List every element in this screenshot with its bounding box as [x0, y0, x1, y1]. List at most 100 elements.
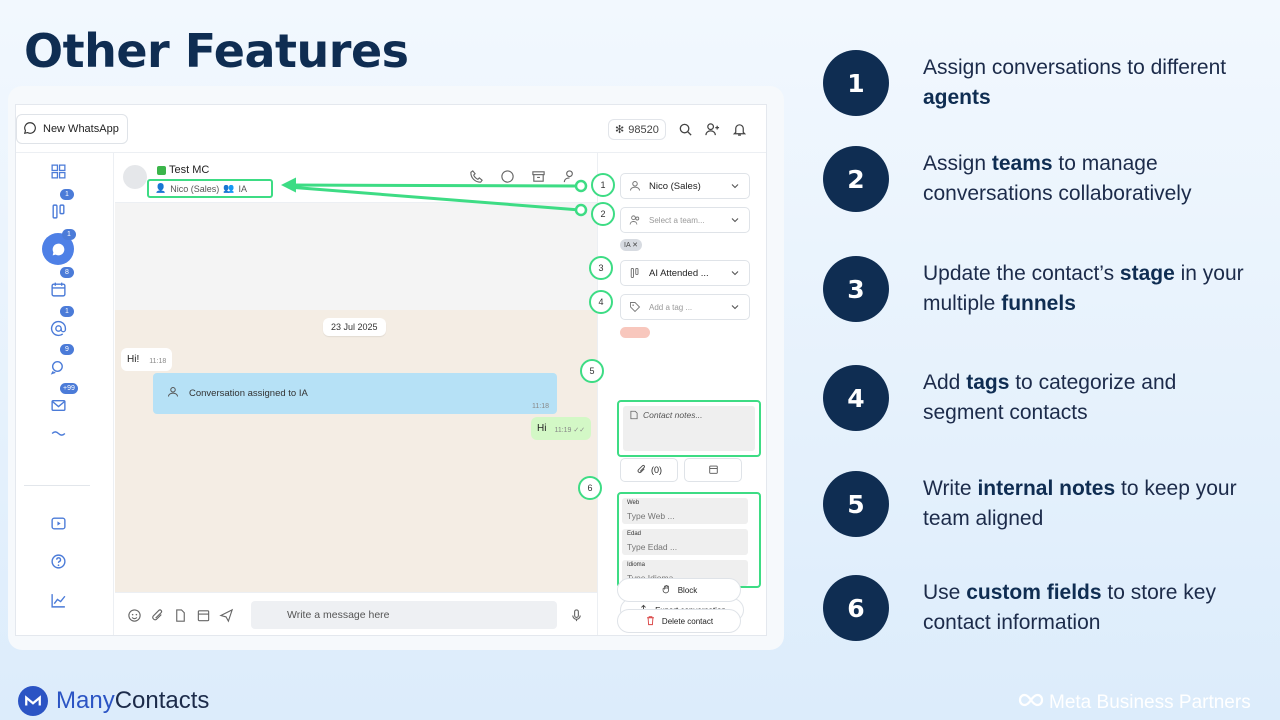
stage-select-value: AI Attended ... — [649, 267, 709, 279]
feature-text: Write internal notes to keep your team a… — [923, 477, 1237, 530]
contact-sidebar: Nico (Sales) Select a team... IA ✕ AI At… — [597, 153, 766, 635]
calendar-icon[interactable] — [196, 608, 211, 623]
feature-item: 5 Write internal notes to keep your team… — [823, 471, 1253, 537]
rail-badge: 8 — [60, 267, 74, 278]
search-icon[interactable] — [678, 122, 693, 137]
rail-item-more[interactable] — [46, 427, 70, 439]
feature-text: Update the contact’s stage in your multi… — [923, 262, 1244, 315]
send-icon[interactable] — [219, 608, 234, 623]
meta-infinity-icon — [1018, 692, 1044, 714]
delete-contact-button[interactable]: Delete contact — [617, 609, 741, 633]
new-whatsapp-label: New WhatsApp — [43, 123, 119, 135]
rail-item-chats[interactable]: 1 — [42, 229, 76, 265]
assigned-agent: Nico (Sales) — [170, 183, 220, 194]
attachments-button[interactable]: (0) — [620, 458, 678, 482]
rail-item-calendar[interactable]: 8 — [46, 267, 74, 301]
rail-item-help[interactable] — [46, 549, 70, 573]
status-circle-icon[interactable] — [500, 169, 515, 184]
chat-header: Test MC 👤 Nico (Sales) 👥 IA — [115, 153, 597, 203]
custom-field-edad[interactable]: Edad — [622, 529, 748, 555]
feature-item: 3 Update the contact’s stage in your mul… — [823, 256, 1253, 322]
add-user-icon[interactable] — [705, 122, 720, 137]
rail-badge: 1 — [62, 229, 76, 240]
message-input[interactable] — [251, 601, 557, 629]
help-icon — [50, 553, 66, 569]
team-chip[interactable]: IA ✕ — [620, 239, 643, 251]
message-time: 11:19 ✓✓ — [554, 427, 586, 434]
message-time: 11:18 — [149, 358, 167, 365]
tag-chip[interactable] — [620, 327, 650, 338]
message-text: Conversation assigned to IA — [189, 388, 308, 399]
at-sign-icon — [50, 320, 66, 336]
note-icon — [629, 410, 639, 447]
tag-select[interactable]: Add a tag ... — [620, 294, 750, 320]
team-select-placeholder: Select a team... — [649, 215, 705, 225]
notes-placeholder: Contact notes... — [643, 410, 703, 420]
agent-select-value: Nico (Sales) — [649, 180, 701, 192]
feature-text: Assign teams to manage conversations col… — [923, 152, 1192, 205]
rail-item-dashboard[interactable] — [46, 159, 70, 183]
outgoing-message: Hi 11:19 ✓✓ — [531, 417, 592, 440]
schedule-button[interactable] — [684, 458, 742, 482]
feature-number: 5 — [823, 471, 889, 537]
agent-select[interactable]: Nico (Sales) — [620, 173, 750, 199]
rail-badge: 9 — [60, 344, 74, 355]
rail-item-comments[interactable]: 9 — [46, 344, 74, 378]
feature-text: Assign conversations to different agents — [923, 56, 1227, 109]
paperclip-icon[interactable] — [150, 608, 165, 623]
callout-marker-2: 2 — [591, 202, 615, 226]
feature-text: Use custom fields to store key contact i… — [923, 581, 1216, 634]
person-icon — [629, 180, 641, 192]
document-icon[interactable] — [173, 608, 188, 623]
contact-name[interactable]: Test MC — [157, 164, 209, 176]
manycontacts-logo: ManyContacts — [18, 686, 209, 716]
microphone-icon[interactable] — [569, 608, 584, 623]
callout-marker-6: 6 — [578, 476, 602, 500]
tag-select-placeholder: Add a tag ... — [649, 302, 693, 312]
feature-number: 1 — [823, 50, 889, 116]
calendar-icon — [50, 282, 66, 297]
rail-item-email[interactable]: +99 — [46, 383, 78, 417]
contact-info-icon[interactable] — [562, 169, 577, 184]
feature-number: 6 — [823, 575, 889, 641]
field-label: Idioma — [627, 562, 646, 568]
assignment-info[interactable]: 👤 Nico (Sales) 👥 IA — [147, 179, 273, 198]
calendar-icon — [708, 464, 719, 477]
slide-title: Other Features — [24, 24, 409, 78]
delete-label: Delete contact — [661, 616, 714, 626]
contact-name-text: Test MC — [169, 164, 210, 176]
field-input[interactable] — [627, 542, 743, 552]
field-input[interactable] — [627, 511, 743, 521]
credits-counter[interactable]: ✻ 98520 — [608, 119, 666, 140]
block-button[interactable]: Block — [617, 578, 741, 602]
incoming-message: Hi! 11:18 — [121, 348, 173, 371]
columns-icon — [51, 203, 65, 219]
comments-icon — [50, 360, 63, 375]
field-label: Web — [627, 500, 640, 506]
chevron-down-icon — [729, 180, 741, 192]
assigned-team: IA — [238, 183, 247, 194]
archive-icon[interactable] — [531, 169, 546, 184]
rail-item-video[interactable] — [46, 511, 70, 535]
rail-badge: 1 — [60, 189, 74, 200]
stage-select[interactable]: AI Attended ... — [620, 260, 750, 286]
rail-badge: 1 — [60, 306, 74, 317]
person-icon: 👤 — [155, 183, 167, 193]
phone-icon[interactable] — [469, 169, 484, 184]
avatar[interactable] — [123, 165, 147, 189]
team-select[interactable]: Select a team... — [620, 207, 750, 233]
contact-notes[interactable]: Contact notes... — [617, 400, 761, 457]
left-navigation-rail: 1 1 8 1 9 +99 — [16, 153, 114, 635]
custom-field-web[interactable]: Web — [622, 498, 748, 524]
bell-icon[interactable] — [732, 122, 747, 137]
rail-item-analytics[interactable] — [46, 588, 70, 612]
chat-icon — [52, 243, 64, 255]
feature-text: Add tags to categorize and segment conta… — [923, 371, 1177, 424]
rail-item-mentions[interactable]: 1 — [46, 306, 74, 340]
rail-item-funnels[interactable]: 1 — [46, 189, 74, 223]
callout-marker-4: 4 — [589, 290, 613, 314]
new-whatsapp-button[interactable]: New WhatsApp — [16, 114, 128, 144]
paperclip-icon — [636, 464, 647, 477]
emoji-icon[interactable] — [127, 608, 142, 623]
date-divider: 23 Jul 2025 — [323, 318, 386, 336]
